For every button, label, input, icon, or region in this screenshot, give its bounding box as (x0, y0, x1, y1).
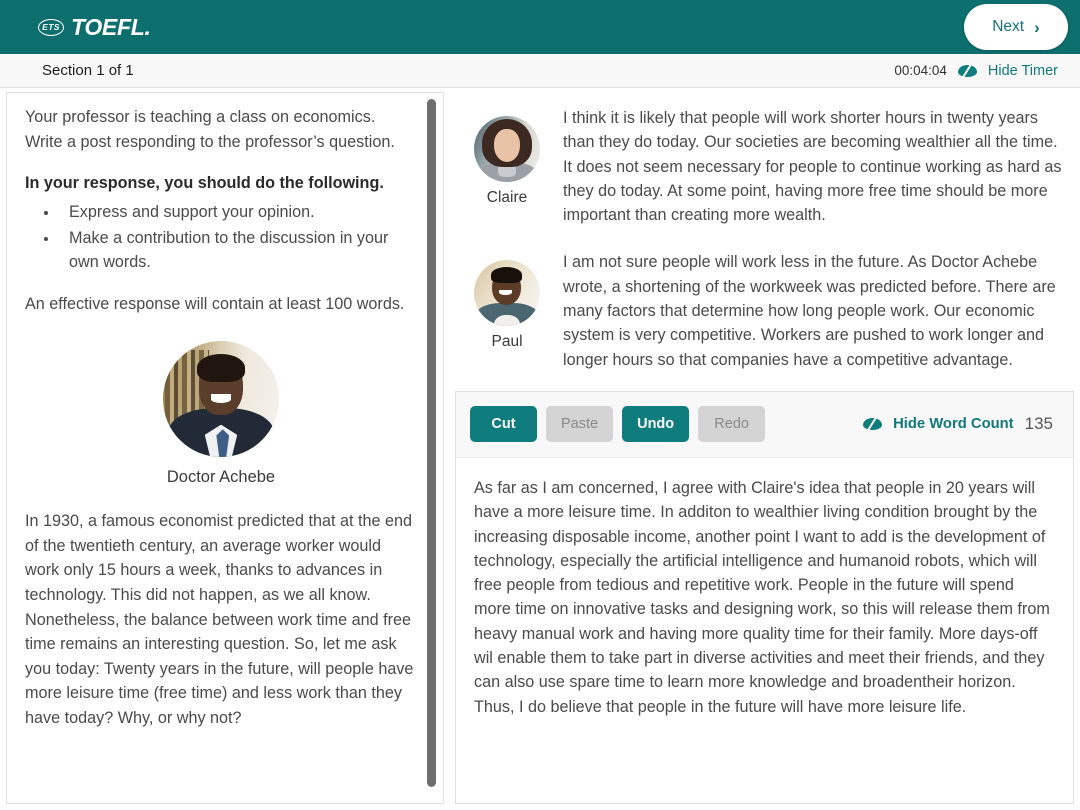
post-body-text: I am not sure people will work less in t… (563, 253, 1056, 369)
editor-toolbar: Cut Paste Undo Redo Hide Word Count 135 (456, 391, 1073, 458)
redo-button[interactable]: Redo (698, 406, 766, 443)
discussion-post: Claire I think it is likely that people … (455, 100, 1074, 227)
response-textarea[interactable]: As far as I am concerned, I agree with C… (456, 458, 1073, 803)
hide-timer-button[interactable]: Hide Timer (988, 63, 1058, 79)
discussion-post: Paul I am not sure people will work less… (455, 244, 1074, 371)
timer-group: 00:04:04 Hide Timer (894, 62, 1058, 79)
timer-value: 00:04:04 (894, 63, 947, 78)
prompt-panel: Your professor is teaching a class on ec… (6, 92, 444, 804)
paul-avatar (474, 260, 540, 327)
post-body-text: I think it is likely that people will wo… (563, 109, 1062, 225)
eye-slash-icon[interactable] (957, 62, 977, 79)
section-bar: Section 1 of 1 00:04:04 Hide Timer (0, 54, 1080, 88)
chevron-right-icon: › (1034, 17, 1040, 37)
prompt-panel-scrollbar[interactable] (427, 99, 436, 787)
professor-avatar (163, 341, 279, 458)
post-author-name: Paul (491, 333, 523, 351)
word-count-group: Hide Word Count 135 (863, 414, 1053, 434)
toefl-brand-logo: ETS TOEFL. (38, 14, 151, 41)
ets-logo-icon: ETS (38, 18, 64, 36)
brand-wordmark: TOEFL. (71, 13, 151, 40)
scrollbar-thumb[interactable] (427, 99, 436, 787)
prompt-instruction-heading: In your response, you should do the foll… (25, 174, 384, 193)
claire-avatar (474, 116, 540, 182)
post-author-name: Claire (486, 189, 528, 206)
app-header: ETS TOEFL. Next › (0, 0, 1080, 54)
prompt-length-note: An effective response will contain at le… (25, 295, 405, 314)
prompt-intro-text: Your professor is teaching a class on ec… (25, 108, 395, 151)
prompt-bullet-list: Express and support your opinion. Make a… (59, 200, 417, 275)
list-item: Express and support your opinion. (59, 200, 417, 224)
prompt-passage-text: In 1930, a famous economist predicted th… (25, 512, 414, 728)
cut-button[interactable]: Cut (470, 406, 537, 443)
discussion-and-editor-column: Claire I think it is likely that people … (455, 92, 1074, 804)
list-item: Make a contribution to the discussion in… (59, 226, 417, 275)
undo-button[interactable]: Undo (622, 406, 690, 443)
post-author-block: Paul (469, 244, 545, 371)
main-body: Your professor is teaching a class on ec… (0, 88, 1080, 810)
paste-button[interactable]: Paste (546, 406, 614, 443)
post-author-block: Claire (469, 100, 545, 227)
section-label: Section 1 of 1 (42, 62, 134, 79)
hide-word-count-button[interactable]: Hide Word Count (893, 416, 1014, 432)
professor-block: Doctor Achebe (25, 341, 417, 487)
next-button-label: Next (992, 18, 1025, 35)
eye-slash-icon[interactable] (863, 416, 883, 433)
professor-name: Doctor Achebe (166, 468, 276, 487)
response-editor: Cut Paste Undo Redo Hide Word Count 135 … (455, 390, 1074, 804)
next-button[interactable]: Next › (964, 4, 1068, 50)
word-count-value: 135 (1024, 414, 1053, 434)
